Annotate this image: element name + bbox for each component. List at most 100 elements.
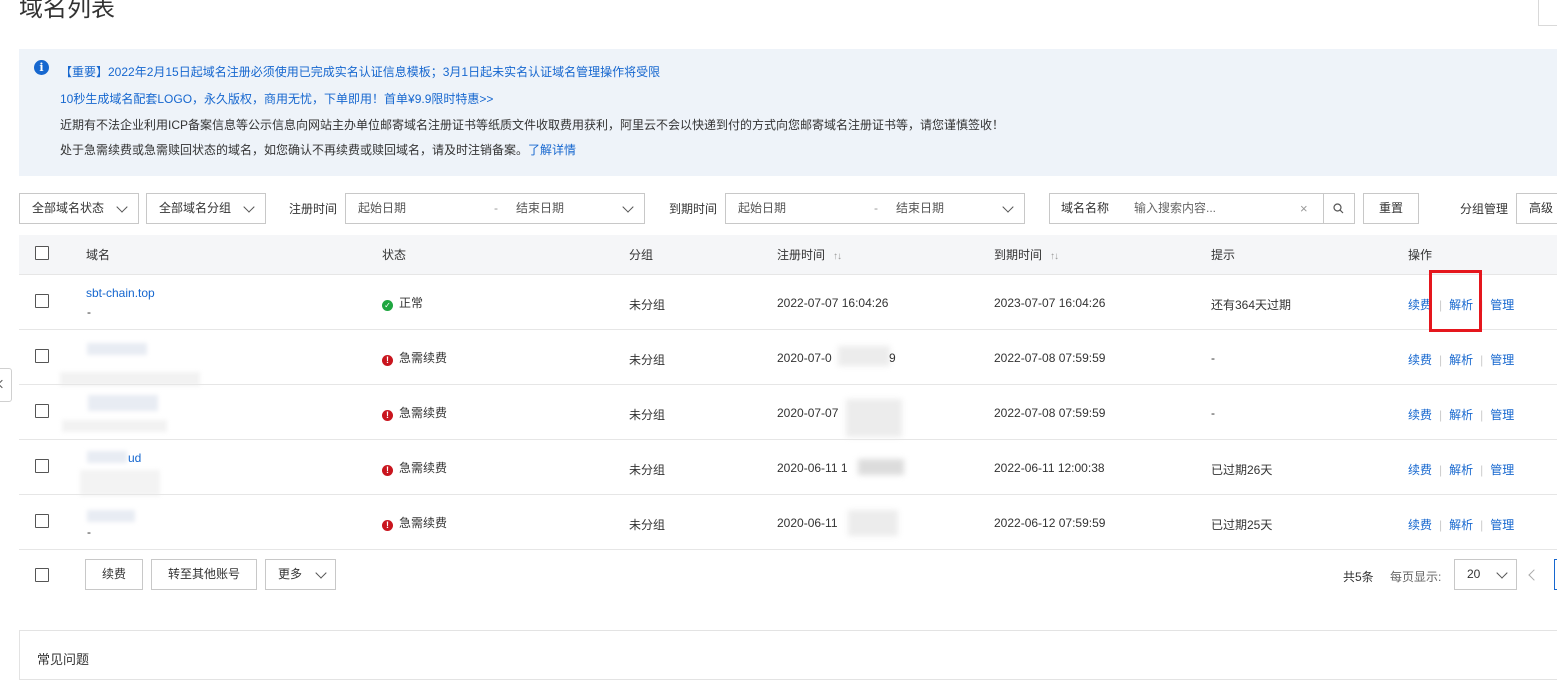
renew-link[interactable]: 续费: [1408, 463, 1432, 477]
redacted-time: [846, 399, 902, 437]
page-title: 域名列表: [19, 0, 115, 22]
renew-link[interactable]: 续费: [1408, 353, 1432, 367]
group-cell: 未分组: [629, 463, 666, 477]
redacted-sub: [62, 420, 167, 432]
info-icon: i: [34, 60, 49, 75]
tip-cell: -: [1211, 351, 1215, 365]
row-divider: [19, 384, 1557, 385]
row-checkbox[interactable]: [35, 459, 49, 473]
more-select-label: 更多: [278, 567, 303, 581]
advanced-search-button[interactable]: 高级: [1516, 193, 1557, 224]
bulk-select-checkbox[interactable]: [35, 568, 49, 582]
status-text: 正常: [399, 296, 424, 310]
alert-circle-icon: !: [382, 410, 393, 421]
renew-link[interactable]: 续费: [1408, 408, 1432, 422]
status-cell: ! 急需续费: [382, 349, 447, 366]
exp-end-date[interactable]: 结束日期: [896, 194, 944, 223]
row-divider: [19, 329, 1557, 330]
notice-logo-link[interactable]: 10秒生成域名配套LOGO，永久版权，商用无忧，下单即用！首单¥9.9限时特惠>…: [60, 91, 493, 107]
search-icon[interactable]: [1333, 203, 1344, 214]
exp-time-cell: 2023-07-07 16:04:26: [994, 296, 1106, 310]
col-reg-time[interactable]: 注册时间 ↑↓: [777, 246, 842, 263]
reg-time-cell: 2020-07-0: [777, 351, 832, 365]
notice-warning-text: 近期有不法企业利用ICP备案信息等公示信息向网站主办单位邮寄域名注册证书等纸质文…: [60, 118, 1005, 132]
redacted-domain: [87, 510, 135, 522]
row-actions: 续费 | 解析 | 管理: [1408, 351, 1514, 368]
separator: |: [1480, 463, 1484, 477]
reg-time-cell: 2020-07-07: [777, 406, 839, 420]
reg-start-date[interactable]: 起始日期: [358, 194, 406, 223]
domain-sub: -: [87, 305, 91, 319]
tip-cell: 已过期25天: [1211, 518, 1273, 532]
search-type-select[interactable]: 域名名称: [1061, 194, 1109, 223]
resolve-link[interactable]: 解析: [1449, 408, 1473, 422]
domain-status-select[interactable]: 全部域名状态: [19, 193, 139, 224]
tip-cell: -: [1211, 406, 1215, 420]
reset-button[interactable]: 重置: [1363, 193, 1419, 224]
exp-start-date[interactable]: 起始日期: [738, 194, 786, 223]
manage-link[interactable]: 管理: [1490, 408, 1514, 422]
alert-circle-icon: !: [382, 355, 393, 366]
manage-link[interactable]: 管理: [1490, 353, 1514, 367]
sort-icon[interactable]: ↑↓: [833, 251, 842, 262]
domain-sub: -: [87, 525, 91, 539]
status-text: 急需续费: [399, 516, 448, 530]
row-checkbox[interactable]: [35, 294, 49, 308]
renew-link[interactable]: 续费: [1408, 518, 1432, 532]
clear-icon[interactable]: ×: [1300, 194, 1308, 223]
select-all-checkbox[interactable]: [35, 246, 49, 260]
faq-panel: [19, 630, 1557, 680]
row-actions: 续费 | 解析 | 管理: [1408, 461, 1514, 478]
row-checkbox[interactable]: [35, 514, 49, 528]
redacted-time: [838, 346, 890, 366]
more-select[interactable]: 更多: [265, 559, 336, 590]
separator: |: [1439, 353, 1443, 367]
exp-time-cell: 2022-07-08 07:59:59: [994, 406, 1106, 420]
exp-time-label: 到期时间: [669, 202, 718, 216]
chevron-down-icon: [622, 201, 634, 213]
domain-group-select[interactable]: 全部域名分组: [146, 193, 266, 224]
sort-icon[interactable]: ↑↓: [1050, 251, 1059, 262]
resolve-link[interactable]: 解析: [1449, 353, 1473, 367]
status-text: 急需续费: [399, 461, 448, 475]
reg-end-date[interactable]: 结束日期: [516, 194, 564, 223]
notice-important-link[interactable]: 【重要】2022年2月15日起域名注册必须使用已完成实名认证信息模板；3月1日起…: [60, 64, 660, 80]
search-box: 域名名称 输入搜索内容... ×: [1049, 193, 1355, 224]
alert-circle-icon: !: [382, 520, 393, 531]
tip-cell: 已过期26天: [1211, 463, 1273, 477]
per-page-select[interactable]: 20: [1454, 559, 1517, 590]
col-exp-time[interactable]: 到期时间 ↑↓: [994, 246, 1059, 263]
col-status: 状态: [382, 248, 407, 262]
domain-link[interactable]: ud: [128, 451, 141, 465]
row-checkbox[interactable]: [35, 404, 49, 418]
manage-link[interactable]: 管理: [1490, 298, 1514, 312]
manage-link[interactable]: 管理: [1490, 518, 1514, 532]
chevron-down-icon: [243, 201, 255, 213]
manage-link[interactable]: 管理: [1490, 463, 1514, 477]
exp-date-range-picker[interactable]: 起始日期 - 结束日期: [725, 193, 1025, 224]
domain-link[interactable]: sbt-chain.top: [86, 286, 155, 300]
resolve-link[interactable]: 解析: [1449, 463, 1473, 477]
reg-date-range-picker[interactable]: 起始日期 - 结束日期: [345, 193, 645, 224]
learn-more-link[interactable]: 了解详情: [528, 143, 576, 157]
row-actions: 续费 | 解析 | 管理: [1408, 406, 1514, 423]
side-collapse-tab[interactable]: [0, 368, 12, 402]
separator: |: [1439, 408, 1443, 422]
status-cell: ! 急需续费: [382, 459, 447, 476]
status-text: 急需续费: [399, 406, 448, 420]
resolve-link[interactable]: 解析: [1449, 518, 1473, 532]
bulk-renew-button[interactable]: 续费: [85, 559, 143, 590]
prev-page-icon[interactable]: [1528, 569, 1540, 581]
group-manage-link[interactable]: 分组管理: [1460, 200, 1508, 217]
redacted-domain: [87, 451, 127, 463]
search-divider: [1323, 194, 1324, 223]
row-checkbox[interactable]: [35, 349, 49, 363]
row-divider: [19, 494, 1557, 495]
search-input[interactable]: 输入搜索内容...: [1134, 194, 1216, 223]
col-domain: 域名: [86, 248, 111, 262]
separator: |: [1439, 463, 1443, 477]
top-right-button[interactable]: [1538, 0, 1557, 26]
transfer-account-button[interactable]: 转至其他账号: [151, 559, 257, 590]
reg-time-cell: 2020-06-11: [777, 516, 838, 530]
row-actions: 续费 | 解析 | 管理: [1408, 516, 1514, 533]
